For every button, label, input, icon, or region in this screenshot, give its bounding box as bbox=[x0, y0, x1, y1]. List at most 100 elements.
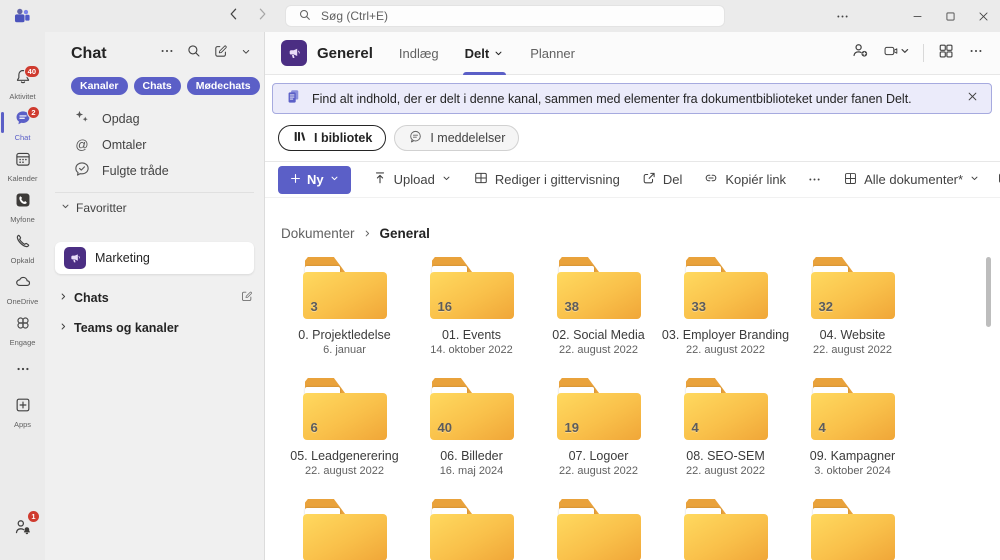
rail-item-apps[interactable]: Apps bbox=[0, 392, 45, 433]
shared-files-icon bbox=[285, 88, 302, 110]
rail-item-myfone[interactable]: Myfone bbox=[0, 187, 45, 228]
titlebar-more-button[interactable] bbox=[828, 0, 856, 32]
nav-item-omtaler[interactable]: @ Omtaler bbox=[55, 133, 254, 156]
chat-badge: 2 bbox=[27, 106, 40, 119]
folder-tile[interactable]: 19 07. Logoer 22. august 2022 bbox=[535, 378, 662, 477]
banner-text: Find alt indhold, der er delt i denne ka… bbox=[312, 92, 956, 106]
folder-name: 02. Social Media bbox=[552, 328, 644, 342]
folder-tile[interactable]: 33 03. Employer Branding 22. august 2022 bbox=[662, 257, 789, 356]
back-button[interactable] bbox=[226, 6, 242, 27]
chat-search-icon[interactable] bbox=[186, 43, 202, 64]
rail-more-button[interactable] bbox=[0, 351, 45, 392]
banner-close-icon[interactable] bbox=[966, 90, 979, 108]
new-button[interactable]: Ny bbox=[278, 166, 351, 194]
folder-tile[interactable]: 3 0. Projektledelse 6. januar bbox=[281, 257, 408, 356]
filter-pill-moedechats[interactable]: Mødechats bbox=[187, 77, 260, 95]
rail-item-onedrive[interactable]: OneDrive bbox=[0, 269, 45, 310]
folder-icon: 4 bbox=[811, 378, 895, 440]
folder-icon: 4 bbox=[684, 378, 768, 440]
rail-item-label: Kalender bbox=[7, 174, 37, 183]
plus-icon bbox=[289, 172, 302, 188]
rail-item-label: Apps bbox=[14, 420, 31, 429]
folder-date: 22. august 2022 bbox=[559, 344, 638, 356]
folder-tile[interactable] bbox=[535, 499, 662, 560]
copy-link-button[interactable]: Kopiér link bbox=[703, 170, 786, 189]
folder-icon bbox=[811, 499, 895, 560]
tab-planner[interactable]: Planner bbox=[530, 32, 575, 75]
calendar-icon bbox=[14, 150, 32, 173]
folder-icon: 19 bbox=[557, 378, 641, 440]
search-icon bbox=[298, 8, 312, 25]
add-people-icon[interactable] bbox=[851, 41, 870, 65]
folder-item-count: 4 bbox=[692, 420, 699, 435]
channel-view: Generel Indlæg Delt Planner Find alt ind… bbox=[265, 32, 1000, 560]
maximize-button[interactable] bbox=[934, 0, 967, 32]
apps-layout-icon[interactable] bbox=[937, 42, 955, 65]
folder-name: 04. Website bbox=[820, 328, 886, 342]
folder-tile[interactable]: 4 09. Kampagner 3. oktober 2024 bbox=[789, 378, 916, 477]
meet-now-icon[interactable] bbox=[883, 43, 910, 64]
channel-title: Generel bbox=[317, 45, 373, 62]
upload-button[interactable]: Upload bbox=[372, 170, 452, 189]
teams-section-header[interactable]: Teams og kanaler bbox=[55, 321, 254, 335]
chevron-down-icon bbox=[329, 172, 340, 187]
folder-tile[interactable] bbox=[662, 499, 789, 560]
edit-grid-view-button[interactable]: Rediger i gittervisning bbox=[473, 170, 620, 189]
rail-item-label: Opkald bbox=[11, 256, 35, 265]
nav-item-fulgte-traade[interactable]: Fulgte tråde bbox=[55, 156, 254, 185]
favorites-section-header[interactable]: Favoritter bbox=[55, 201, 254, 215]
tab-indlaeg[interactable]: Indlæg bbox=[399, 32, 439, 75]
rail-item-label: OneDrive bbox=[7, 297, 39, 306]
share-button[interactable]: Del bbox=[641, 170, 683, 189]
rail-item-kalender[interactable]: Kalender bbox=[0, 146, 45, 187]
view-selector[interactable]: Alle dokumenter* bbox=[843, 171, 980, 189]
rail-item-chat[interactable]: Chat 2 bbox=[0, 105, 45, 146]
new-chat-icon[interactable] bbox=[213, 43, 229, 64]
chat-options-more-icon[interactable] bbox=[159, 43, 175, 64]
folder-tile[interactable]: 16 01. Events 14. oktober 2022 bbox=[408, 257, 535, 356]
rail-item-activity-alerts[interactable]: 1 bbox=[0, 509, 45, 550]
minimize-button[interactable] bbox=[901, 0, 934, 32]
toggle-in-library[interactable]: I bibliotek bbox=[278, 125, 386, 151]
search-placeholder: Søg (Ctrl+E) bbox=[321, 9, 388, 23]
folder-tile[interactable]: 32 04. Website 22. august 2022 bbox=[789, 257, 916, 356]
toggle-in-messages[interactable]: I meddelelser bbox=[394, 125, 519, 151]
chevron-right-icon bbox=[58, 321, 69, 335]
rail-item-opkald[interactable]: Opkald bbox=[0, 228, 45, 269]
tab-delt[interactable]: Delt bbox=[465, 32, 505, 75]
teams-logo-icon bbox=[13, 7, 31, 25]
folder-item-count: 16 bbox=[438, 299, 452, 314]
folder-date: 16. maj 2024 bbox=[440, 465, 504, 477]
filter-pill-chats[interactable]: Chats bbox=[134, 77, 181, 95]
folder-tile[interactable]: 4 08. SEO-SEM 22. august 2022 bbox=[662, 378, 789, 477]
breadcrumb-root[interactable]: Dokumenter bbox=[281, 226, 355, 241]
folder-icon bbox=[430, 499, 514, 560]
new-message-icon[interactable] bbox=[240, 289, 254, 306]
channel-more-icon[interactable] bbox=[968, 43, 984, 64]
rail-item-aktivitet[interactable]: Aktivitet 40 bbox=[0, 64, 45, 105]
folder-icon: 32 bbox=[811, 257, 895, 319]
title-bar: Søg (Ctrl+E) bbox=[0, 0, 1000, 32]
new-chat-chevron-icon[interactable] bbox=[240, 45, 252, 63]
folder-tile[interactable]: 38 02. Social Media 22. august 2022 bbox=[535, 257, 662, 356]
nav-item-opdag[interactable]: Opdag bbox=[55, 104, 254, 133]
folder-tile[interactable] bbox=[789, 499, 916, 560]
search-input[interactable]: Søg (Ctrl+E) bbox=[285, 5, 725, 27]
filter-pill-kanaler[interactable]: Kanaler bbox=[71, 77, 128, 95]
folder-name: 01. Events bbox=[442, 328, 501, 342]
forward-button[interactable] bbox=[254, 6, 270, 27]
vertical-scrollbar[interactable] bbox=[986, 257, 991, 327]
chats-section-header[interactable]: Chats bbox=[55, 289, 254, 306]
channel-item-marketing[interactable]: Marketing bbox=[55, 242, 254, 274]
folder-tile[interactable]: 6 05. Leadgenerering 22. august 2022 bbox=[281, 378, 408, 477]
folder-tile[interactable] bbox=[281, 499, 408, 560]
chevron-right-icon bbox=[58, 291, 69, 305]
close-window-button[interactable] bbox=[967, 0, 1000, 32]
divider bbox=[55, 192, 254, 193]
folder-item-count: 32 bbox=[819, 299, 833, 314]
rail-item-engage[interactable]: Engage bbox=[0, 310, 45, 351]
folder-tile[interactable] bbox=[408, 499, 535, 560]
toolbar-more-icon[interactable] bbox=[807, 172, 822, 187]
folder-tile[interactable]: 40 06. Billeder 16. maj 2024 bbox=[408, 378, 535, 477]
folder-date: 22. august 2022 bbox=[686, 465, 765, 477]
